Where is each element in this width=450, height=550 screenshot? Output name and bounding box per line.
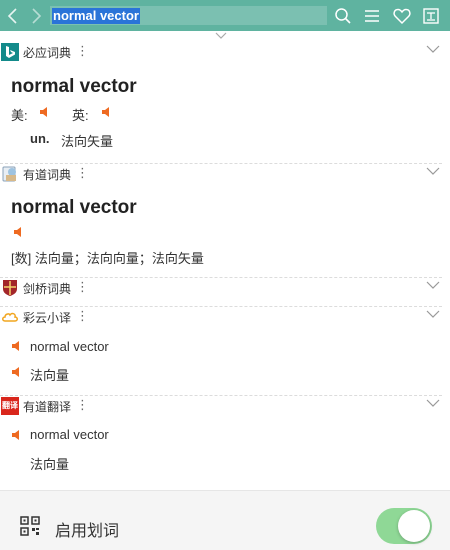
chevron-down-icon[interactable]: [426, 44, 440, 54]
section-header-bing[interactable]: 必应词典 ⋮: [0, 41, 450, 63]
us-pron-label: 美:: [11, 108, 28, 123]
source-text-caiyun: normal vector: [30, 339, 109, 354]
headword-youdao: normal vector: [11, 197, 137, 218]
pos-label: un.: [30, 131, 50, 146]
more-options-icon[interactable]: ⋮: [76, 309, 89, 324]
section-name-bing: 必应词典: [23, 46, 72, 60]
section-name-caiyun: 彩云小译: [23, 311, 72, 325]
chevron-down-icon[interactable]: [426, 280, 440, 290]
cloud-logo-icon: [2, 312, 18, 322]
results-panel: 必应词典 ⋮ normal vector 美: 英: un. 法向矢量 有道词典…: [0, 41, 450, 491]
target-text-caiyun: 法向量: [30, 368, 70, 383]
more-options-icon[interactable]: ⋮: [76, 280, 89, 295]
chevron-down-icon[interactable]: [426, 398, 440, 408]
cambridge-logo-icon: [3, 280, 17, 296]
definition-bing: 法向矢量: [61, 134, 114, 149]
speaker-icon-target[interactable]: [10, 366, 22, 378]
chevron-right-icon[interactable]: [28, 7, 44, 25]
heart-icon[interactable]: [392, 6, 412, 26]
collapse-toolbar-chevron-icon[interactable]: [0, 31, 450, 41]
search-input[interactable]: [50, 6, 327, 25]
target-text-youdao-translate: 法向量: [30, 457, 70, 472]
section-name-cambridge: 剑桥词典: [23, 282, 72, 296]
section-name-youdao: 有道词典: [23, 168, 72, 182]
section-header-youdao-translate[interactable]: 翻译 有道翻译 ⋮: [0, 395, 450, 417]
section-header-caiyun[interactable]: 彩云小译 ⋮: [0, 306, 450, 328]
menu-icon[interactable]: [362, 6, 382, 26]
speaker-icon-uk[interactable]: [100, 106, 112, 118]
enable-selection-toggle[interactable]: [376, 508, 432, 544]
translate-icon[interactable]: [421, 6, 441, 26]
section-header-youdao[interactable]: 有道词典 ⋮: [0, 163, 450, 185]
top-toolbar: normal vector: [0, 0, 450, 31]
youdao-translate-logo-icon: 翻译: [1, 397, 19, 415]
search-box[interactable]: normal vector: [50, 6, 327, 25]
section-name-youdao-translate: 有道翻译: [23, 400, 72, 414]
speaker-icon-source[interactable]: [10, 340, 22, 352]
chevron-down-icon[interactable]: [426, 166, 440, 176]
speaker-icon-us[interactable]: [38, 106, 50, 118]
qr-code-icon[interactable]: [20, 516, 40, 536]
more-options-icon[interactable]: ⋮: [76, 166, 89, 181]
definition-youdao: [数] 法向量；法向向量；法向矢量: [11, 251, 204, 266]
speaker-icon-source[interactable]: [10, 429, 22, 441]
search-icon[interactable]: [333, 6, 353, 26]
more-options-icon[interactable]: ⋮: [76, 398, 89, 413]
uk-pron-label: 英:: [72, 108, 89, 123]
enable-selection-label: 启用划词: [55, 523, 120, 540]
more-options-icon[interactable]: ⋮: [76, 44, 89, 59]
chevron-down-icon[interactable]: [426, 309, 440, 319]
bing-logo-icon: [1, 43, 19, 61]
source-text-youdao-translate: normal vector: [30, 427, 109, 442]
youdao-dict-logo-icon: [2, 166, 16, 182]
toggle-knob: [398, 510, 430, 542]
speaker-icon[interactable]: [12, 226, 24, 238]
section-header-cambridge[interactable]: 剑桥词典 ⋮: [0, 277, 450, 299]
footer-bar: 启用划词: [0, 490, 450, 550]
chevron-left-icon[interactable]: [5, 7, 21, 25]
headword-bing: normal vector: [11, 76, 137, 97]
